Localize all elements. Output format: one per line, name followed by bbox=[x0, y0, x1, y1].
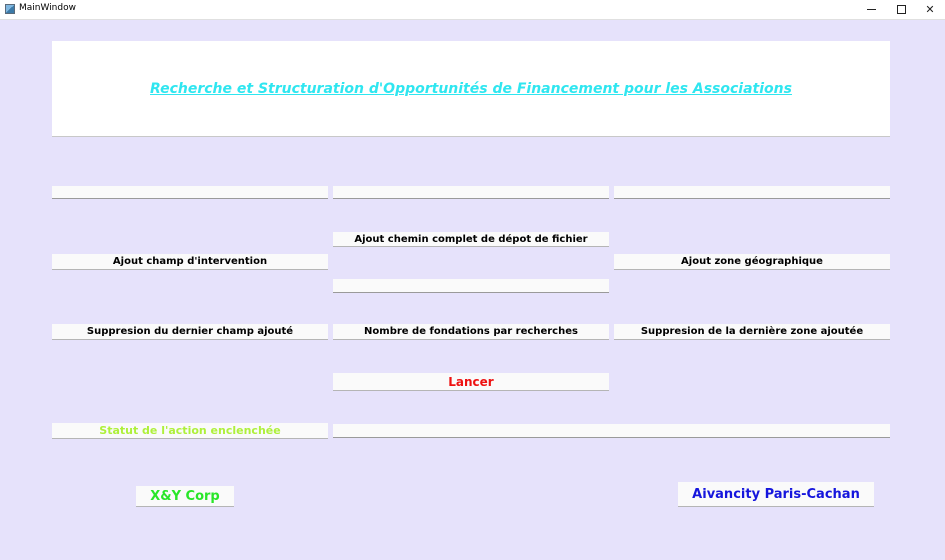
add-file-path-button[interactable]: Ajout chemin complet de dépot de fichier bbox=[333, 232, 609, 247]
window-title: MainWindow bbox=[19, 3, 76, 13]
close-button[interactable]: ✕ bbox=[915, 0, 945, 19]
status-output-field[interactable] bbox=[333, 424, 890, 438]
middle-field-input[interactable] bbox=[333, 186, 609, 199]
file-path-input[interactable] bbox=[333, 279, 609, 293]
title-bar: MainWindow ✕ bbox=[0, 0, 945, 20]
foundations-per-search-button[interactable]: Nombre de fondations par recherches bbox=[333, 324, 609, 340]
header-panel: Recherche et Structuration d'Opportunité… bbox=[52, 41, 890, 137]
school-label: Aivancity Paris-Cachan bbox=[678, 482, 874, 507]
page-title: Recherche et Structuration d'Opportunité… bbox=[150, 80, 792, 97]
remove-last-zone-button[interactable]: Suppresion de la dernière zone ajoutée bbox=[614, 324, 890, 340]
remove-last-field-button[interactable]: Suppresion du dernier champ ajouté bbox=[52, 324, 328, 340]
add-geographic-zone-button[interactable]: Ajout zone géographique bbox=[614, 254, 890, 270]
close-icon: ✕ bbox=[925, 3, 935, 16]
add-intervention-field-button[interactable]: Ajout champ d'intervention bbox=[52, 254, 328, 270]
launch-button[interactable]: Lancer bbox=[333, 373, 609, 391]
maximize-icon bbox=[896, 5, 906, 14]
main-window: MainWindow ✕ Recherche et Structuration … bbox=[0, 0, 945, 560]
intervention-field-input[interactable] bbox=[52, 186, 328, 199]
company-label: X&Y Corp bbox=[136, 486, 234, 507]
minimize-button[interactable] bbox=[856, 0, 886, 19]
zone-field-input[interactable] bbox=[614, 186, 890, 199]
minimize-icon bbox=[866, 9, 876, 10]
maximize-button[interactable] bbox=[886, 0, 916, 19]
app-icon bbox=[5, 4, 15, 14]
status-label: Statut de l'action enclenchée bbox=[52, 423, 328, 439]
